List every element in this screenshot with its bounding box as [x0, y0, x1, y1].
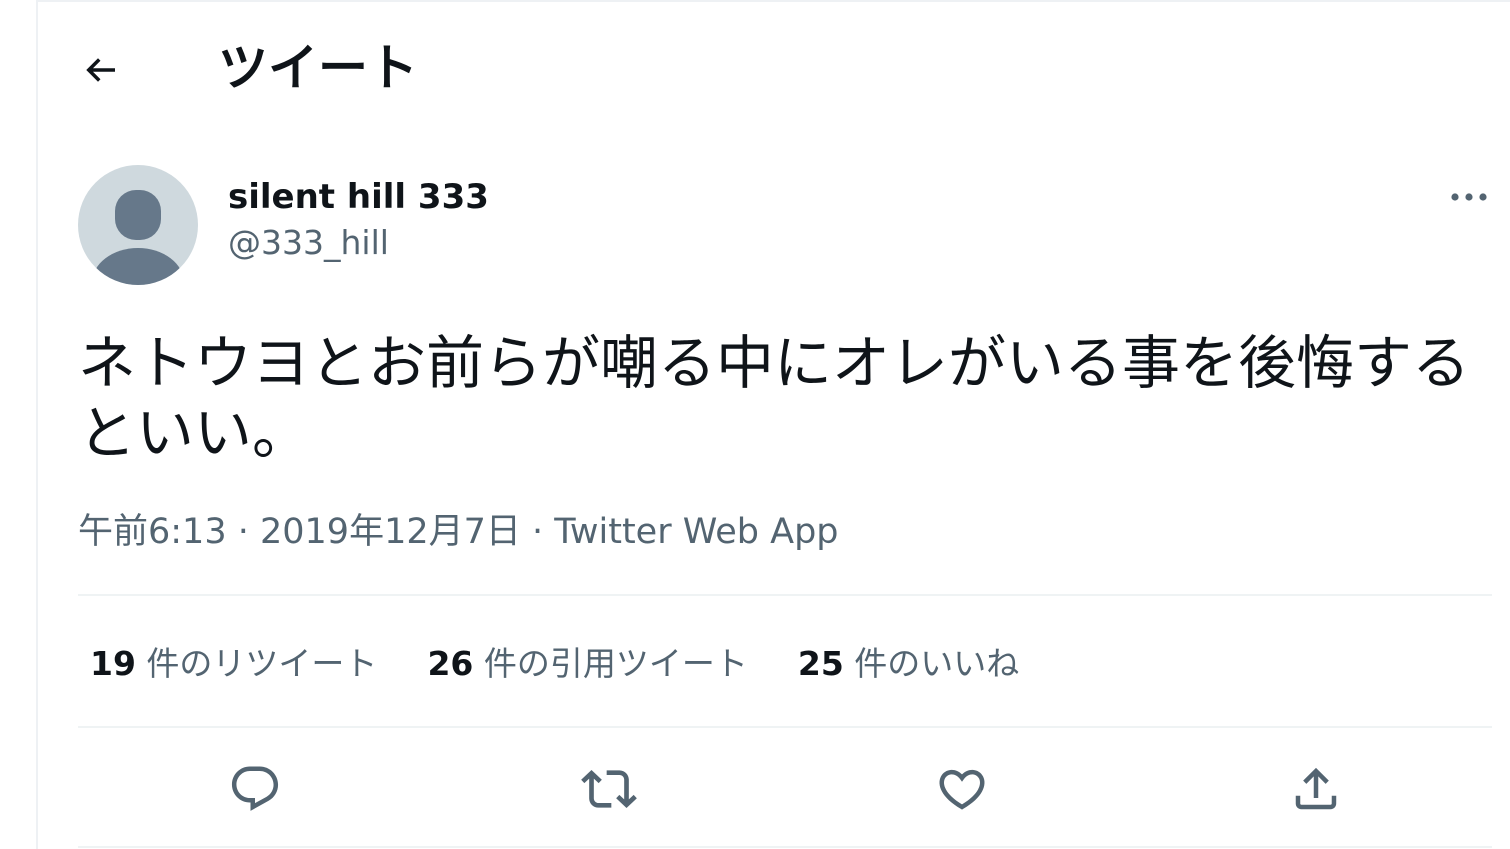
quotes-stat[interactable]: 26 件の引用ツイート — [427, 640, 747, 688]
quotes-label: 件の引用ツイート — [473, 644, 748, 683]
meta-separator: · — [520, 512, 555, 552]
share-button[interactable] — [1284, 757, 1348, 821]
retweet-arrows-icon — [581, 770, 637, 808]
likes-label: 件のいいね — [843, 644, 1020, 683]
divider — [78, 846, 1492, 848]
heart-icon — [939, 769, 985, 810]
default-avatar-icon — [92, 190, 184, 285]
tweet-stats: 19 件のリツイート 26 件の引用ツイート 25 件のいいね — [90, 640, 1069, 688]
tweet-text: ネトウヨとお前らが嘲る中にオレがいる事を後悔するといい。 — [78, 329, 1471, 467]
page-title: ツイート — [218, 39, 418, 97]
likes-count: 25 — [797, 644, 844, 683]
avatar[interactable] — [78, 165, 198, 285]
meta-separator: · — [226, 512, 260, 552]
page-header: ツイート — [38, 2, 1510, 132]
likes-stat[interactable]: 25 件のいいね — [798, 640, 1019, 688]
tweet-time[interactable]: 午前6:13 — [78, 512, 227, 552]
more-dots-icon — [1451, 193, 1487, 201]
tweet-author: silent hill 333 @333_hill — [228, 175, 489, 267]
more-options-button[interactable] — [1444, 180, 1494, 214]
retweets-count: 19 — [90, 644, 136, 683]
quotes-count: 26 — [427, 644, 474, 683]
retweet-button[interactable] — [577, 757, 641, 821]
tweet-actions — [78, 757, 1492, 821]
tweet-source[interactable]: Twitter Web App — [554, 512, 838, 552]
share-upload-icon — [1295, 767, 1337, 810]
arrow-left-icon — [86, 58, 115, 82]
divider — [78, 594, 1492, 596]
author-handle[interactable]: @333_hill — [228, 219, 489, 267]
divider — [78, 726, 1492, 728]
retweets-label: 件のリツイート — [135, 644, 378, 683]
retweets-stat[interactable]: 19 件のリツイート — [90, 640, 377, 688]
back-button[interactable] — [78, 47, 124, 93]
reply-bubble-icon — [231, 766, 279, 811]
reply-button[interactable] — [223, 757, 287, 821]
author-display-name[interactable]: silent hill 333 — [228, 175, 489, 219]
tweet-meta: 午前6:13 · 2019年12月7日 · Twitter Web App — [78, 508, 839, 556]
like-button[interactable] — [930, 757, 994, 821]
tweet-date[interactable]: 2019年12月7日 — [260, 512, 521, 552]
